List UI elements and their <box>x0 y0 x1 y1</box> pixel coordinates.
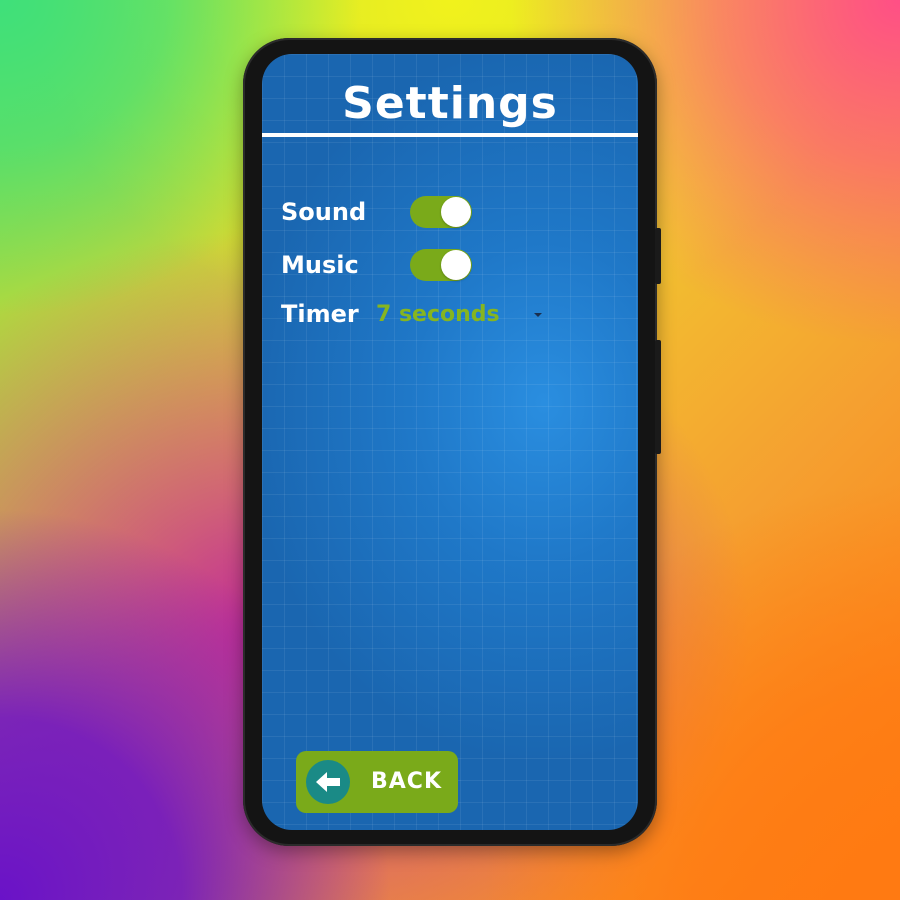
sound-label: Sound <box>281 198 367 226</box>
title-divider <box>262 133 638 137</box>
back-button-label: BACK <box>371 769 442 794</box>
page-title: Settings <box>342 78 558 129</box>
timer-label: Timer <box>281 300 359 328</box>
music-toggle-knob <box>441 250 471 280</box>
back-button[interactable]: BACK <box>296 751 458 813</box>
arrow-left-icon <box>316 772 340 792</box>
phone-side-button <box>655 340 661 454</box>
caret-down-icon <box>534 313 542 317</box>
sound-toggle[interactable] <box>410 196 472 228</box>
music-label: Music <box>281 251 359 279</box>
settings-screen: Settings Sound Music Timer 7 seconds BAC… <box>262 54 638 830</box>
back-icon-circle <box>306 760 350 804</box>
timer-select-value: 7 seconds <box>376 302 500 327</box>
phone-frame: Settings Sound Music Timer 7 seconds BAC… <box>243 38 661 846</box>
sound-toggle-knob <box>441 197 471 227</box>
phone-side-button <box>655 228 661 284</box>
music-toggle[interactable] <box>410 249 472 281</box>
timer-select[interactable]: 7 seconds <box>376 300 546 330</box>
